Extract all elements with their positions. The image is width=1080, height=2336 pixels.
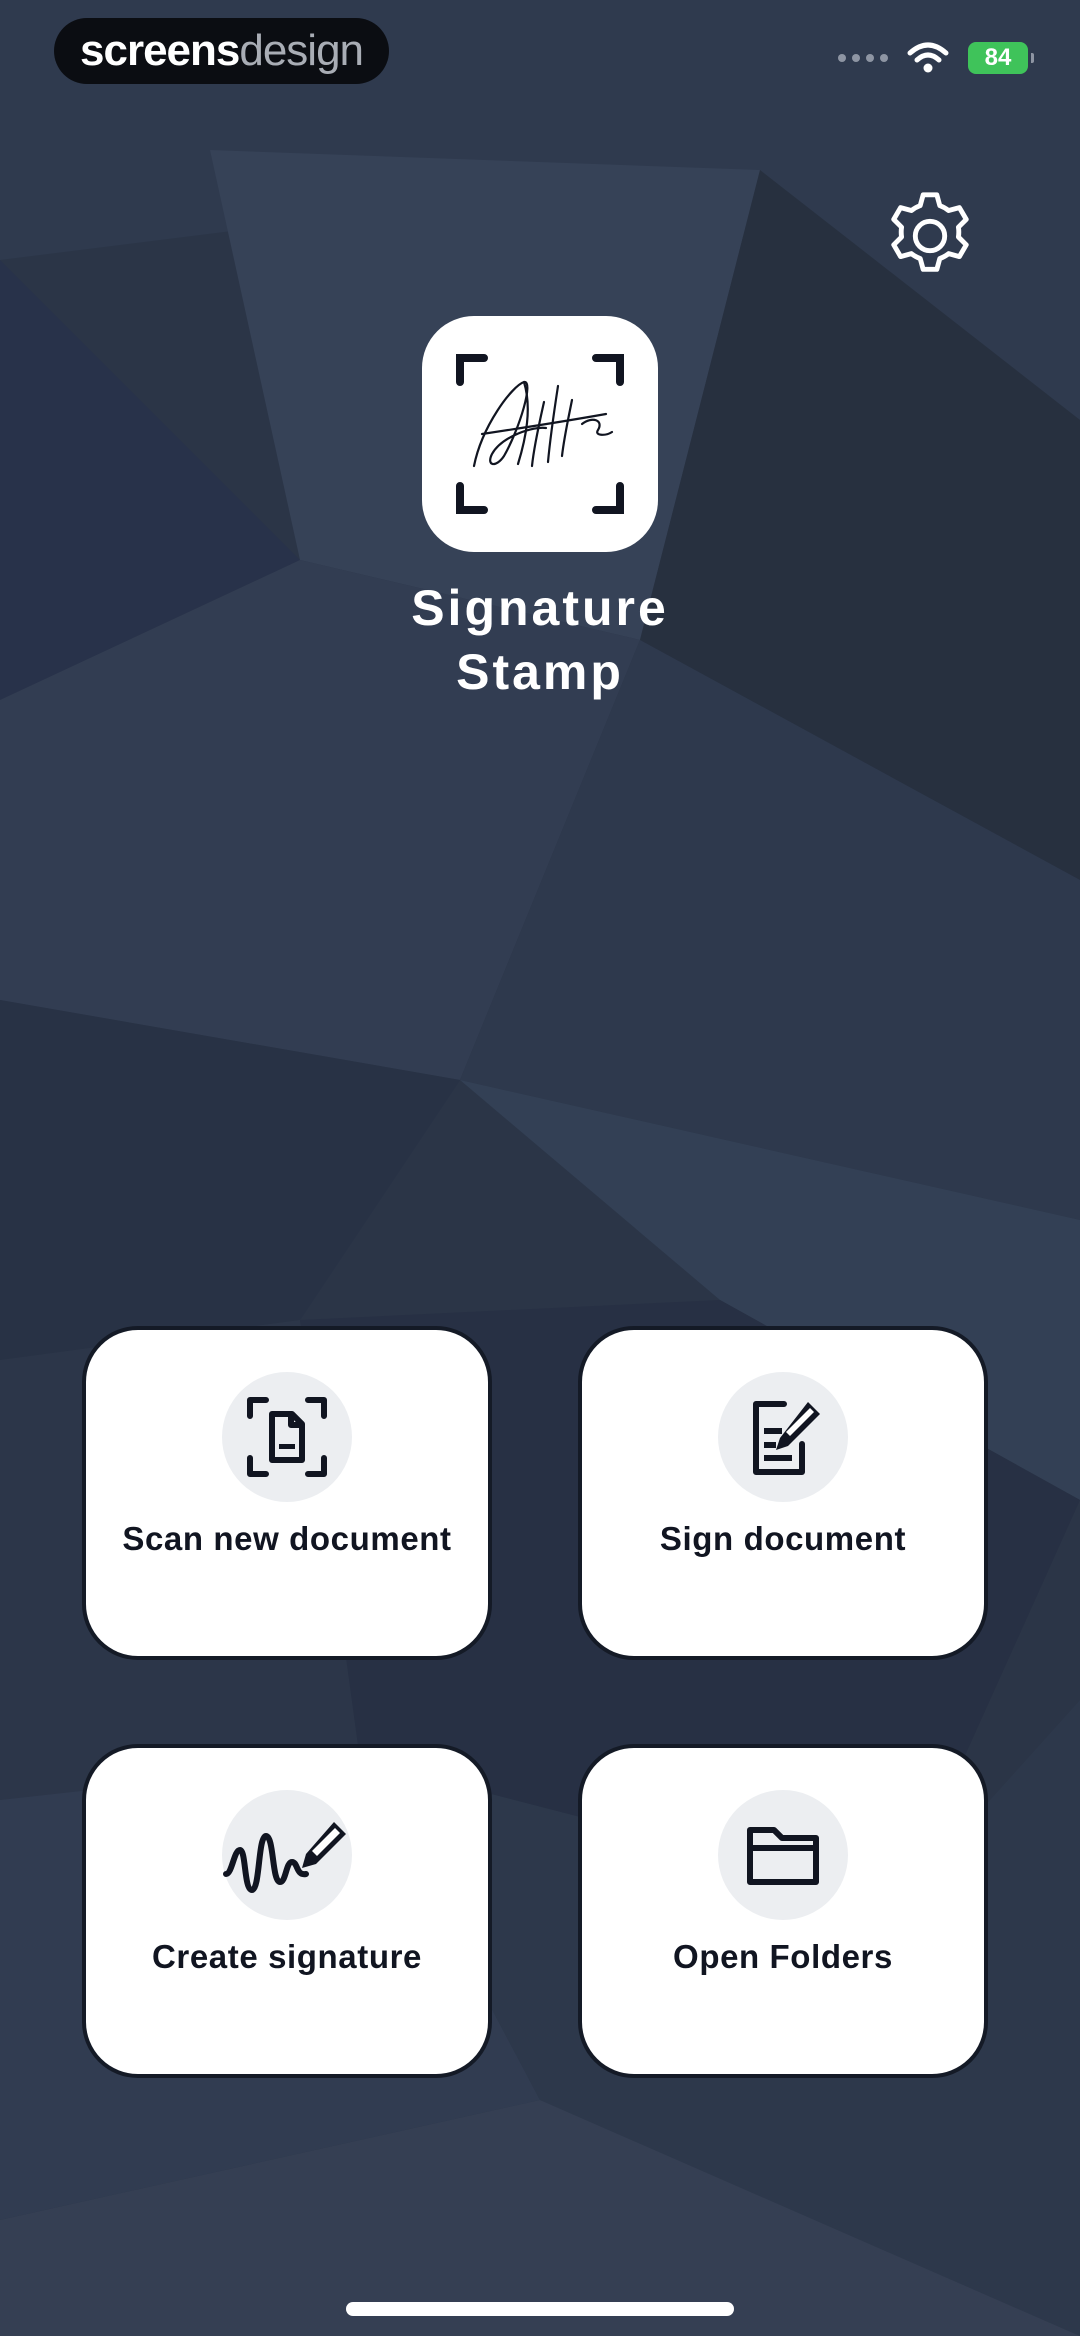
- screensdesign-watermark: screens design: [54, 18, 390, 84]
- battery-indicator: 84: [968, 42, 1034, 74]
- open-folders-label: Open Folders: [673, 1938, 893, 1975]
- app-title: Signature Stamp: [240, 576, 840, 704]
- app-title-line2: Stamp: [456, 644, 624, 700]
- create-signature-button[interactable]: Create signature: [82, 1744, 492, 2078]
- scan-new-document-label: Scan new document: [122, 1520, 452, 1557]
- wifi-icon: [907, 42, 949, 73]
- home-indicator[interactable]: [346, 2302, 734, 2316]
- watermark-part1: screens: [80, 26, 240, 75]
- app-logo: [422, 316, 658, 552]
- tile-icon-circle: [222, 1372, 352, 1502]
- tile-icon-circle: [718, 1790, 848, 1920]
- cellular-signal-icon: [838, 54, 888, 62]
- signature-pen-icon: [223, 1822, 346, 1893]
- tile-icon-circle: [718, 1372, 848, 1502]
- sign-document-button[interactable]: Sign document: [578, 1326, 988, 1660]
- sign-document-label: Sign document: [659, 1520, 907, 1557]
- create-signature-label: Create signature: [151, 1938, 423, 1975]
- folder-icon: [747, 1827, 819, 1885]
- document-scan-icon: [247, 1397, 327, 1477]
- home-screen: screens design 84 Signature Stamp Scan n…: [0, 0, 1080, 2336]
- open-folders-button[interactable]: Open Folders: [578, 1744, 988, 2078]
- scan-new-document-button[interactable]: Scan new document: [82, 1326, 492, 1660]
- settings-button[interactable]: [880, 186, 980, 286]
- battery-level: 84: [984, 44, 1012, 71]
- document-sign-icon: [753, 1401, 820, 1475]
- tile-icon-circle: [222, 1790, 352, 1920]
- gear-icon: [891, 192, 969, 272]
- status-indicators: 84: [838, 38, 1034, 78]
- watermark-part2: design: [239, 26, 364, 75]
- signature-scan-icon: [456, 354, 624, 514]
- app-title-line1: Signature: [411, 580, 669, 636]
